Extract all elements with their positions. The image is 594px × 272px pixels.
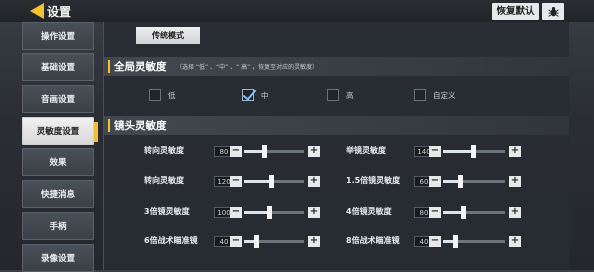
- slider-thumb[interactable]: [461, 206, 467, 219]
- active-indicator: [94, 122, 98, 142]
- sidebar-item-effects[interactable]: 效果: [22, 148, 94, 176]
- sidebar-item-recording[interactable]: 录像设置: [22, 244, 94, 272]
- slider-fill: [443, 150, 473, 153]
- decrease-button[interactable]: −: [230, 146, 242, 157]
- option-medium[interactable]: 中: [242, 88, 269, 102]
- checkbox[interactable]: [149, 89, 161, 101]
- sidebar-item-basic[interactable]: 基础设置: [22, 53, 94, 81]
- camera-sensitivity-header: 镜头灵敏度: [104, 116, 569, 135]
- increase-button[interactable]: +: [308, 146, 320, 157]
- section-accent: [108, 60, 110, 73]
- option-label: 自定义: [433, 90, 456, 100]
- increase-button[interactable]: +: [308, 176, 320, 187]
- slider-fill: [244, 180, 271, 183]
- section-hint: （选择 “低” 、“中” 、“ 高” ，恢复至对应的灵敏度）: [176, 64, 319, 71]
- overall-sensitivity-header: 全局灵敏度 （选择 “低” 、“中” 、“ 高” ，恢复至对应的灵敏度）: [104, 57, 569, 76]
- increase-button[interactable]: +: [308, 207, 320, 218]
- sidebar-item-sensitivity[interactable]: 灵敏度设置: [22, 117, 98, 145]
- tab-classic-mode[interactable]: 传统模式: [136, 27, 200, 44]
- slider-thumb[interactable]: [261, 145, 267, 158]
- sidebar-item-controller[interactable]: 手柄: [22, 212, 94, 240]
- increase-button[interactable]: +: [509, 236, 521, 247]
- decrease-button[interactable]: −: [429, 146, 441, 157]
- sidebar-item-label: 灵敏度设置: [36, 127, 80, 137]
- slider-thumb[interactable]: [470, 145, 476, 158]
- reset-defaults-button[interactable]: 恢复默认: [492, 3, 539, 20]
- option-label: 中: [261, 90, 269, 100]
- option-low[interactable]: 低: [149, 88, 176, 102]
- increase-button[interactable]: +: [509, 176, 521, 187]
- section-accent: [108, 119, 110, 132]
- slider-track[interactable]: [244, 206, 304, 219]
- slider-fill: [244, 211, 270, 214]
- slider-label: 转向灵敏度: [144, 176, 184, 185]
- section-title: 镜头灵敏度: [114, 120, 167, 132]
- sidebar-item-label: 基础设置: [40, 63, 75, 73]
- bug-report-button[interactable]: [542, 3, 564, 20]
- slider-thumb[interactable]: [458, 175, 464, 188]
- sidebar-item-controls[interactable]: 操作设置: [22, 22, 94, 50]
- slider-track[interactable]: [443, 235, 505, 248]
- decrease-button[interactable]: −: [230, 207, 242, 218]
- sidebar-item-label: 手柄: [49, 222, 67, 232]
- increase-button[interactable]: +: [509, 207, 521, 218]
- slider-track[interactable]: [244, 235, 304, 248]
- slider-track[interactable]: [443, 145, 505, 158]
- increase-button[interactable]: +: [509, 146, 521, 157]
- sidebar-item-label: 录像设置: [40, 254, 75, 264]
- slider-track[interactable]: [244, 145, 304, 158]
- slider-thumb[interactable]: [267, 206, 273, 219]
- settings-sidebar: 操作设置 基础设置 音画设置 灵敏度设置 效果 快捷消息 手柄 录像设置: [22, 22, 98, 272]
- checkbox[interactable]: [414, 89, 426, 101]
- slider-thumb[interactable]: [254, 235, 259, 248]
- slider-label: 举镜灵敏度: [346, 146, 386, 155]
- option-label: 低: [168, 90, 176, 100]
- increase-button[interactable]: +: [308, 236, 320, 247]
- option-custom[interactable]: 自定义: [414, 88, 456, 102]
- decrease-button[interactable]: −: [429, 207, 441, 218]
- slider-thumb[interactable]: [453, 235, 459, 248]
- slider-thumb[interactable]: [269, 175, 274, 188]
- decrease-button[interactable]: −: [429, 176, 441, 187]
- slider-track[interactable]: [443, 206, 505, 219]
- checkbox-checked[interactable]: [242, 89, 254, 101]
- page-title: 设置: [47, 5, 72, 19]
- decrease-button[interactable]: −: [429, 236, 441, 247]
- slider-track[interactable]: [244, 175, 304, 188]
- slider-fill: [443, 211, 464, 214]
- slider-label: 1.5倍镜灵敏度: [346, 176, 401, 185]
- slider-track[interactable]: [443, 175, 505, 188]
- slider-label: 转向灵敏度: [144, 146, 184, 155]
- section-title: 全局灵敏度: [114, 61, 167, 73]
- slider-label: 4倍镜灵敏度: [346, 207, 392, 216]
- sidebar-item-label: 操作设置: [40, 32, 75, 42]
- sidebar-item-audio-video[interactable]: 音画设置: [22, 85, 94, 113]
- slider-label: 6倍战术瞄准镜: [144, 236, 198, 245]
- sidebar-item-label: 音画设置: [40, 95, 75, 105]
- slider-label: 3倍镜灵敏度: [144, 207, 190, 216]
- option-high[interactable]: 高: [327, 88, 354, 102]
- sidebar-item-quick-messages[interactable]: 快捷消息: [22, 180, 94, 208]
- sidebar-item-label: 快捷消息: [40, 190, 75, 200]
- decrease-button[interactable]: −: [230, 236, 242, 247]
- sidebar-item-label: 效果: [49, 158, 67, 168]
- slider-label: 8倍战术瞄准镜: [346, 236, 400, 245]
- decrease-button[interactable]: −: [230, 176, 242, 187]
- bug-icon: [547, 7, 559, 17]
- checkbox[interactable]: [327, 89, 339, 101]
- option-label: 高: [346, 90, 354, 100]
